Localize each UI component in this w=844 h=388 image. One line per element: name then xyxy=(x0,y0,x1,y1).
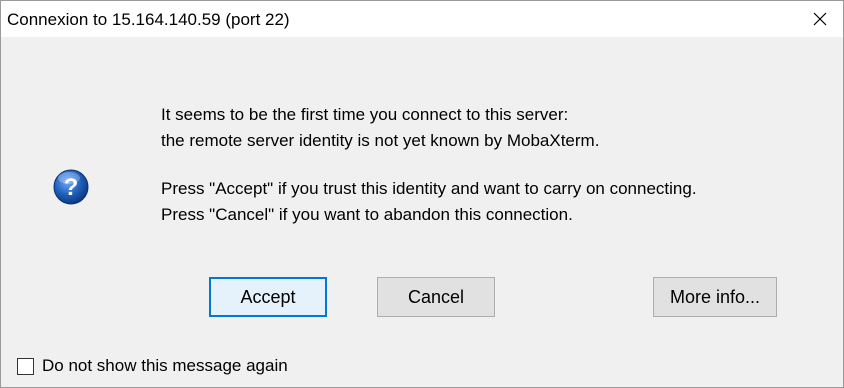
message-line-2: the remote server identity is not yet kn… xyxy=(161,131,600,150)
close-icon xyxy=(813,12,827,26)
accept-button[interactable]: Accept xyxy=(209,277,327,317)
message-line-3: Press "Accept" if you trust this identit… xyxy=(161,179,697,198)
do-not-show-again-row[interactable]: Do not show this message again xyxy=(17,356,288,376)
do-not-show-again-checkbox[interactable] xyxy=(17,357,34,375)
svg-text:?: ? xyxy=(64,174,79,201)
close-button[interactable] xyxy=(797,1,843,37)
title-bar[interactable]: Connexion to 15.164.140.59 (port 22) xyxy=(1,1,843,37)
message-line-1: It seems to be the first time you connec… xyxy=(161,105,569,124)
message-line-4: Press "Cancel" if you want to abandon th… xyxy=(161,205,573,224)
window-title: Connexion to 15.164.140.59 (port 22) xyxy=(7,10,290,29)
do-not-show-again-label[interactable]: Do not show this message again xyxy=(42,356,288,376)
connection-dialog: Connexion to 15.164.140.59 (port 22) ? I… xyxy=(0,0,844,388)
cancel-button[interactable]: Cancel xyxy=(377,277,495,317)
question-icon: ? xyxy=(53,169,89,205)
more-info-button[interactable]: More info... xyxy=(653,277,777,317)
